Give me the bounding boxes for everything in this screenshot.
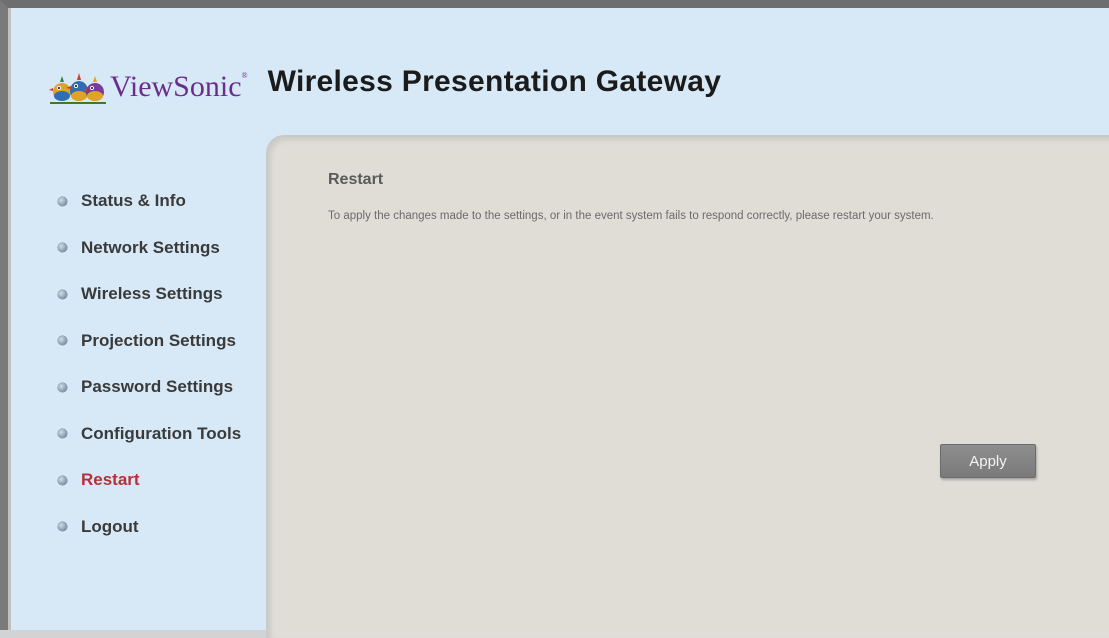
bullet-icon [58,382,67,392]
sidebar-item-label: Password Settings [81,377,234,397]
sidebar-item-label: Network Settings [81,237,220,257]
bullet-icon [58,336,67,346]
window-edge [8,8,11,630]
sidebar-item-status-info[interactable]: Status & Info [58,178,268,225]
sidebar-item-restart[interactable]: Restart [58,457,268,504]
page-header: ViewSonic® Wireless Presentation Gateway [48,60,721,106]
bullet-icon [58,289,67,299]
page-title: Restart [328,171,384,188]
sidebar-item-network-settings[interactable]: Network Settings [58,225,268,272]
sidebar-item-label: Wireless Settings [81,284,223,304]
bullet-icon [58,475,67,485]
sidebar-item-label: Status & Info [81,191,186,211]
sidebar-item-label: Configuration Tools [81,423,242,443]
bullet-icon [58,243,67,253]
viewsonic-birds-logo-icon [49,73,106,104]
sidebar-item-wireless-settings[interactable]: Wireless Settings [58,271,268,318]
sidebar-item-projection-settings[interactable]: Projection Settings [58,318,268,365]
sidebar-item-label: Logout [81,516,139,536]
sidebar-item-configuration-tools[interactable]: Configuration Tools [58,411,268,458]
restart-description: To apply the changes made to the setting… [328,210,934,222]
viewsonic-logo: ViewSonic® [48,60,248,106]
bullet-icon [58,196,67,206]
apply-button[interactable]: Apply [940,444,1036,478]
sidebar-item-label: Projection Settings [81,330,236,350]
brand-name: ViewSonic® [110,70,248,103]
registered-mark: ® [241,71,248,80]
sidebar-item-password-settings[interactable]: Password Settings [58,364,268,411]
content-panel: Restart To apply the changes made to the… [266,135,1109,638]
sidebar-item-label: Restart [81,470,140,490]
browser-window: ViewSonic® Wireless Presentation Gateway… [0,0,1109,638]
product-title: Wireless Presentation Gateway [267,65,722,98]
sidebar-nav: Status & Info Network Settings Wireless … [58,178,268,550]
bullet-icon [58,522,67,532]
bullet-icon [58,429,67,439]
sidebar-item-logout[interactable]: Logout [58,504,268,551]
